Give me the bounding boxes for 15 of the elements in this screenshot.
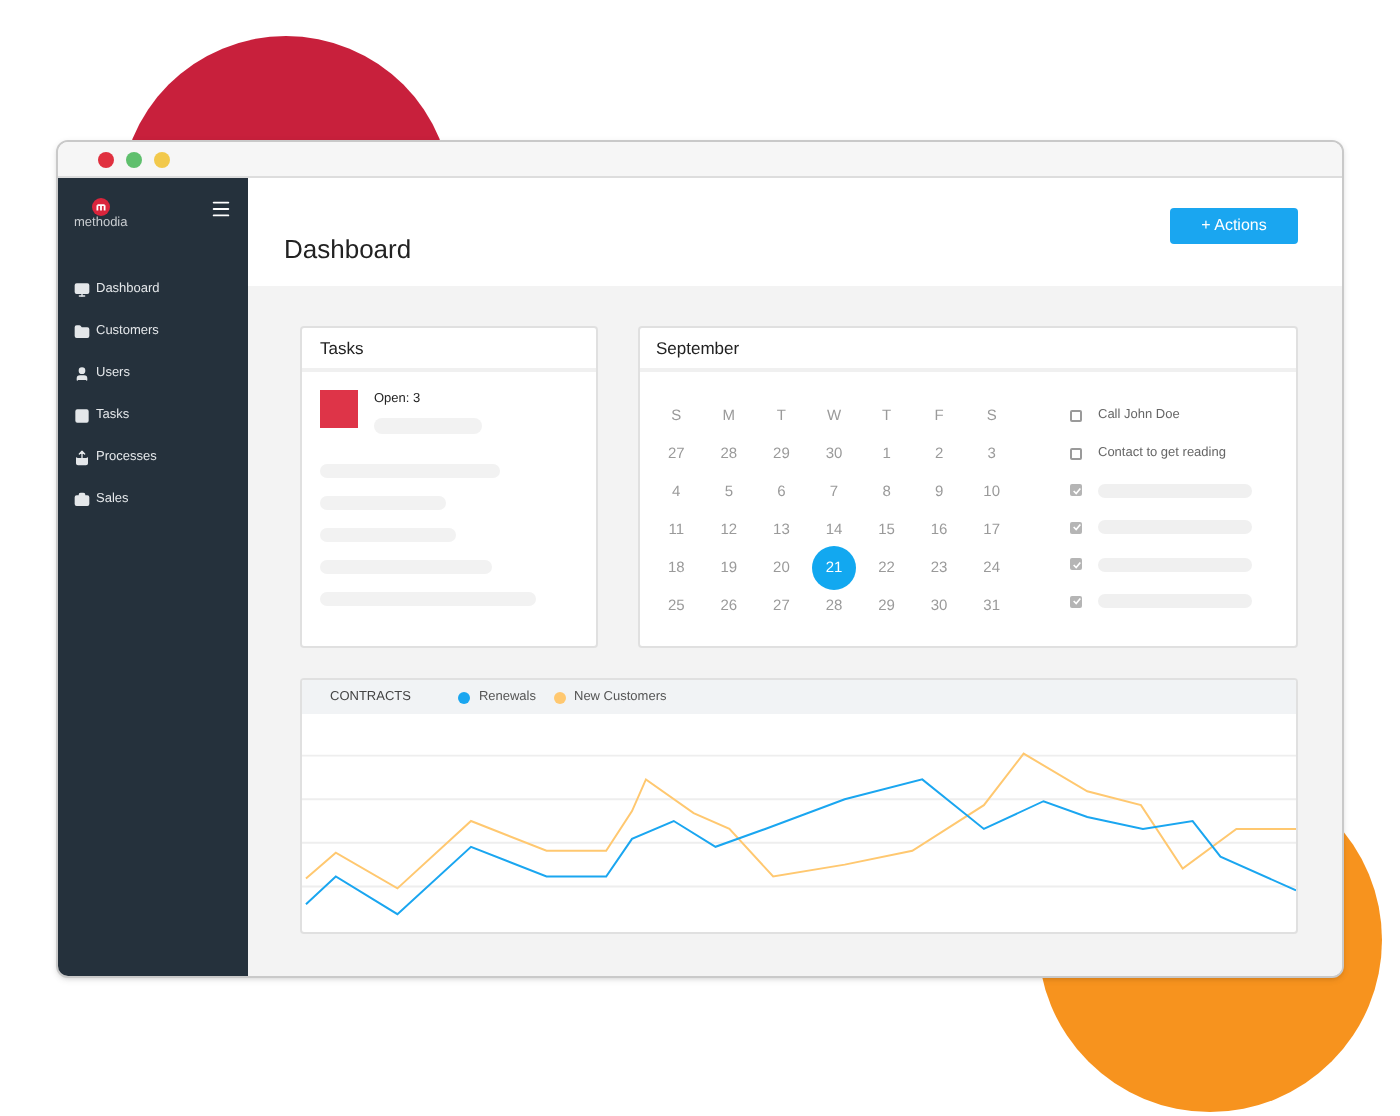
card-title: Tasks — [320, 335, 364, 361]
actions-button[interactable]: + Actions — [1170, 208, 1298, 244]
menu-icon[interactable] — [210, 198, 232, 220]
nav-icon — [74, 407, 90, 423]
checkbox[interactable] — [1070, 447, 1082, 460]
logo-icon — [91, 198, 110, 216]
nav-icon — [74, 491, 90, 507]
checkbox[interactable] — [1070, 410, 1082, 423]
nav-icon — [74, 449, 90, 465]
nav-icon — [74, 365, 90, 381]
page-title: Dashboard — [284, 231, 412, 267]
nav-icon — [74, 323, 90, 339]
status-square — [320, 390, 358, 428]
nav-icon — [74, 281, 90, 297]
card-title: September — [656, 335, 740, 361]
